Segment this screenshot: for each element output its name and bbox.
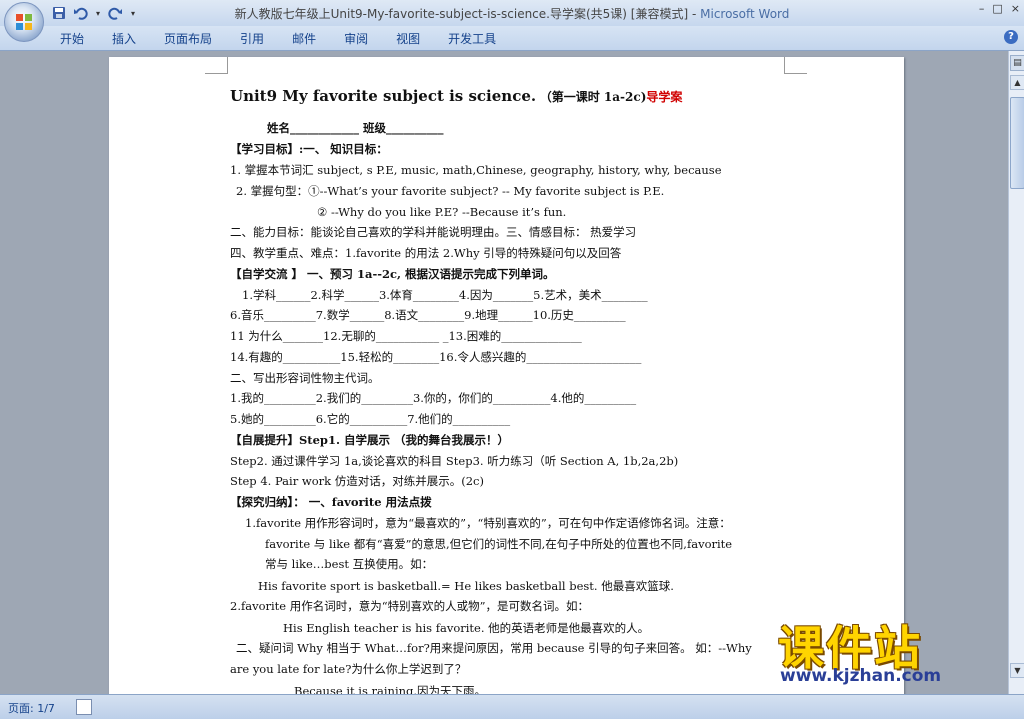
ruler-toggle-icon[interactable]: ▤ [1010, 55, 1024, 71]
window-controls: – □ × [979, 2, 1020, 15]
doc-line: Because it is raining.因为天下雨。 [294, 684, 487, 694]
name-class-line: 姓名____________ 班级__________ [267, 121, 444, 135]
ribbon: 开始 插入 页面布局 引用 邮件 审阅 视图 开发工具 ? [0, 26, 1024, 51]
tab-mailings[interactable]: 邮件 [292, 30, 316, 47]
crop-mark-right [784, 57, 807, 74]
status-bar: 页面: 1/7 [0, 694, 1024, 719]
doc-line: 11 为什么_______12.无聊的___________ _13.困难的__… [230, 329, 582, 343]
document-heading: Unit9 My favorite subject is science. （第… [230, 87, 682, 105]
doc-line: 2. 掌握句型：①--What’s your favorite subject?… [236, 184, 665, 198]
doc-line: 14.有趣的__________15.轻松的________16.令人感兴趣的_… [230, 350, 642, 364]
window-title: 新人教版七年级上Unit9-My-favorite-subject-is-sci… [0, 5, 1024, 22]
ribbon-tabs: 开始 插入 页面布局 引用 邮件 审阅 视图 开发工具 [60, 30, 524, 47]
close-button[interactable]: × [1011, 2, 1020, 15]
watermark: 课件站 www.kjzhan.com [770, 612, 1022, 692]
heading-lesson: （第一课时 1a-2c) [539, 90, 647, 104]
doc-line: 【学习目标】:一、 知识目标： [230, 142, 388, 156]
doc-line: 四、教学重点、难点：1.favorite 的用法 2.Why 引导的特殊疑问句以… [230, 246, 622, 260]
office-logo-icon [16, 14, 32, 30]
app-name: Microsoft Word [700, 7, 790, 21]
doc-line: 【自学交流 】 一、预习 1a--2c, 根据汉语提示完成下列单词。 [230, 267, 555, 281]
heading-english: Unit9 My favorite subject is science. [230, 87, 537, 105]
document-page[interactable]: Unit9 My favorite subject is science. （第… [109, 57, 904, 694]
doc-line: 二、疑问词 Why 相当于 What…for?用来提问原因，常用 because… [236, 641, 752, 655]
tab-home[interactable]: 开始 [60, 30, 84, 47]
doc-line: 6.音乐_________7.数学______8.语文________9.地理_… [230, 308, 626, 322]
doc-line: ② --Why do you like P.E? --Because it’s … [317, 205, 567, 219]
tab-developer[interactable]: 开发工具 [448, 30, 496, 47]
crop-mark-left [205, 57, 228, 74]
doc-line: 2.favorite 用作名词时，意为“特别喜欢的人或物”，是可数名词。如： [230, 599, 590, 613]
doc-line: His English teacher is his favorite. 他的英… [283, 621, 650, 635]
restore-button[interactable]: □ [992, 2, 1002, 15]
doc-line: 1.favorite 用作形容词时，意为“最喜欢的”，“特别喜欢的”，可在句中作… [245, 516, 731, 530]
tab-page-layout[interactable]: 页面布局 [164, 30, 212, 47]
doc-line: are you late for late?为什么你上学迟到了？ [230, 662, 467, 676]
scroll-thumb[interactable] [1010, 97, 1024, 189]
tab-references[interactable]: 引用 [240, 30, 264, 47]
doc-line: 1.学科______2.科学______3.体育________4.因为____… [242, 288, 648, 302]
doc-line: 二、写出形容词性物主代词。 [230, 371, 380, 385]
doc-line: Step2. 通过课件学习 1a,谈论喜欢的科目 Step3. 听力练习（听 S… [230, 454, 679, 468]
doc-line: 【探究归纳】： 一、favorite 用法点拨 [230, 495, 432, 509]
doc-line: 二、能力目标：能谈论自己喜欢的学科并能说明理由。三、情感目标： 热爱学习 [230, 225, 637, 239]
heading-guide: 导学案 [646, 90, 683, 104]
doc-line: Step 4. Pair work 仿造对话，对练并展示。(2c) [230, 474, 484, 488]
doc-line: 【自展提升】Step1. 自学展示 （我的舞台我展示！） [230, 433, 509, 447]
tab-insert[interactable]: 插入 [112, 30, 136, 47]
doc-line: 1.我的_________2.我们的_________3.你的，你们的_____… [230, 391, 637, 405]
document-title: 新人教版七年级上Unit9-My-favorite-subject-is-sci… [234, 7, 701, 21]
help-icon[interactable]: ? [1004, 30, 1018, 44]
vertical-scrollbar[interactable]: ▤ ▲ ▼ [1008, 51, 1024, 694]
title-bar: ▾ ▾ 新人教版七年级上Unit9-My-favorite-subject-is… [0, 0, 1024, 26]
doc-line: favorite 与 like 都有“喜爱”的意思,但它们的词性不同,在句子中所… [265, 537, 733, 551]
doc-line: His favorite sport is basketball.= He li… [258, 579, 674, 593]
office-button[interactable] [4, 2, 44, 42]
watermark-url: www.kjzhan.com [780, 666, 942, 686]
minimize-button[interactable]: – [979, 2, 985, 15]
doc-line: 1. 掌握本节词汇 subject, s P.E, music, math,Ch… [230, 163, 722, 177]
document-area: Unit9 My favorite subject is science. （第… [0, 51, 1008, 694]
doc-line: 常与 like…best 互换使用。如： [265, 557, 434, 571]
page-number-status[interactable]: 页面: 1/7 [8, 700, 55, 716]
scroll-up-arrow-icon[interactable]: ▲ [1010, 75, 1024, 90]
tab-review[interactable]: 审阅 [344, 30, 368, 47]
doc-line: 5.她的_________6.它的__________7.他们的________… [230, 412, 511, 426]
tab-view[interactable]: 视图 [396, 30, 420, 47]
proofing-icon[interactable] [76, 699, 92, 715]
